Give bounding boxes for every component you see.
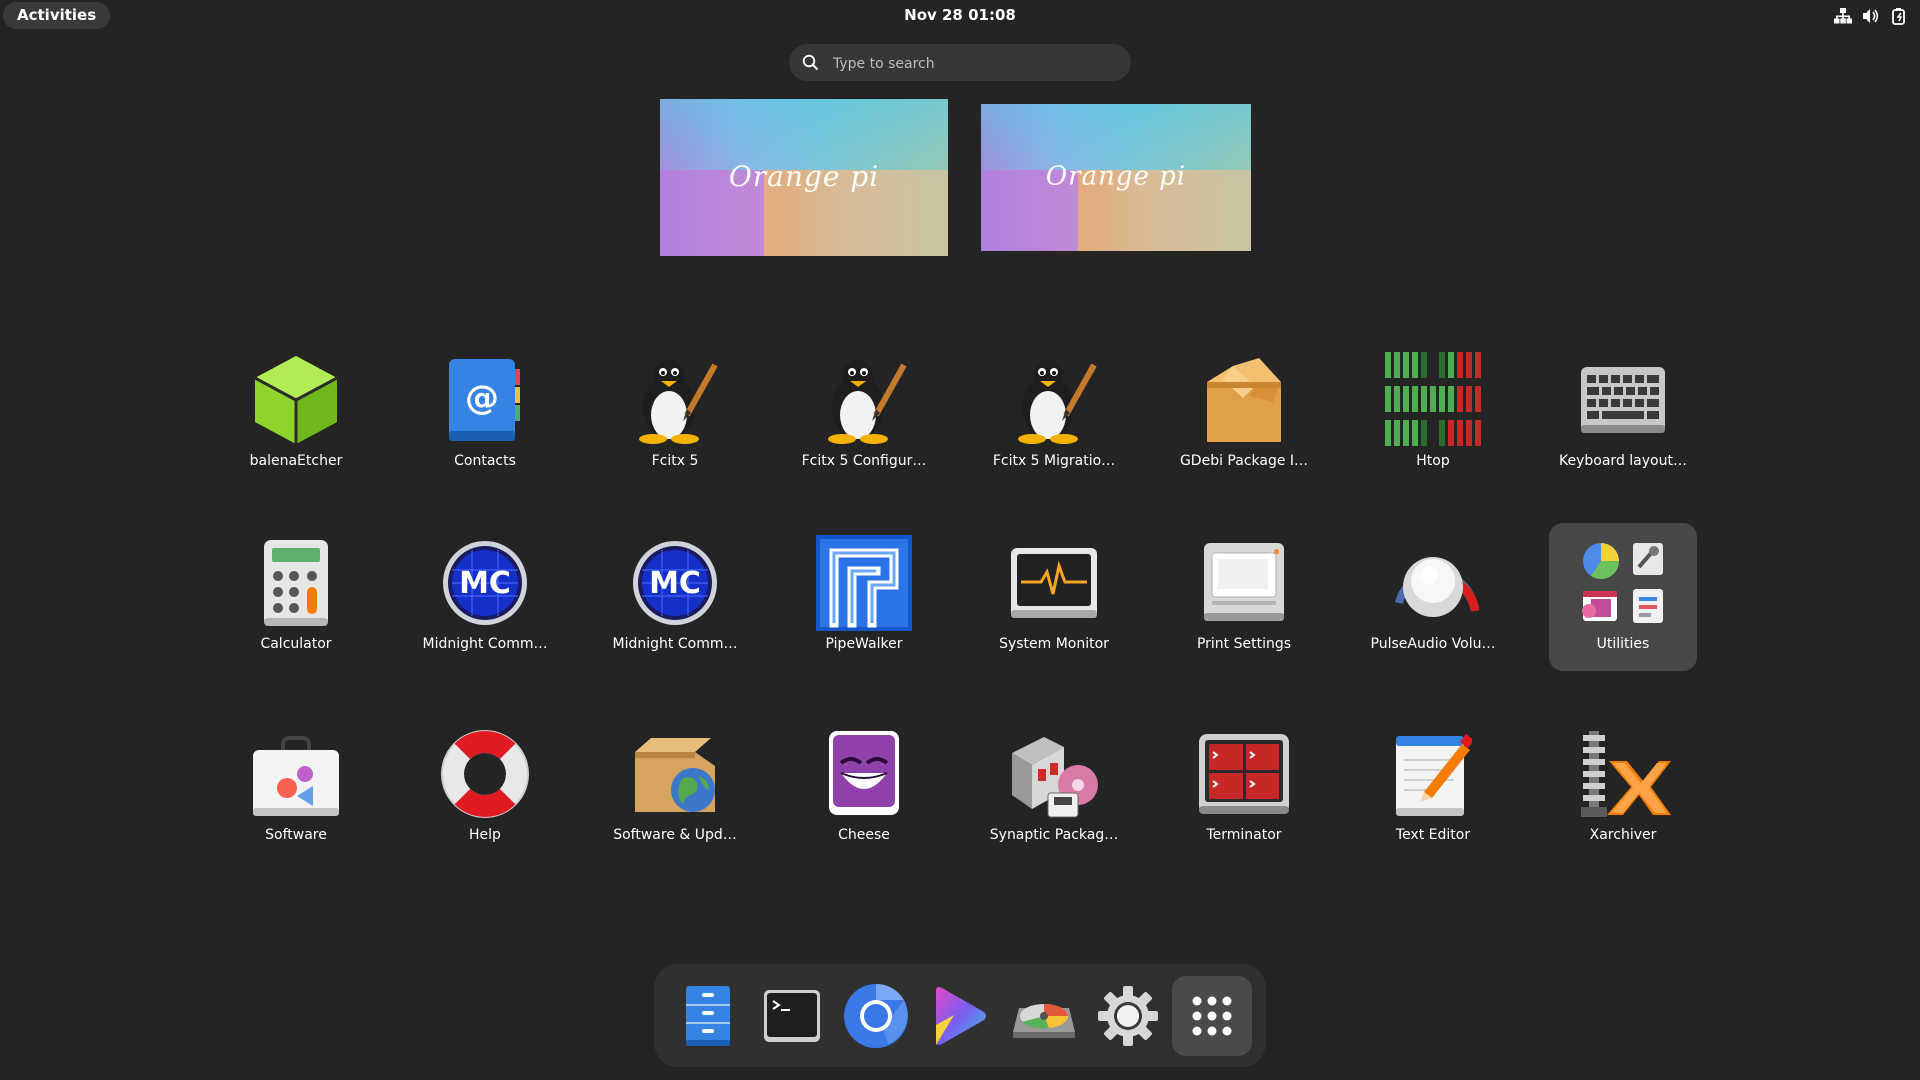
midnight-commander-icon: MC <box>437 535 533 631</box>
app-tile-cheese[interactable]: Cheese <box>790 714 938 862</box>
app-label: System Monitor <box>999 636 1109 652</box>
app-label: Htop <box>1416 453 1450 469</box>
settings-gear-icon <box>1098 986 1158 1046</box>
app-tile-terminator[interactable]: Terminator <box>1170 714 1318 862</box>
volume-knob-icon <box>1385 535 1481 631</box>
app-tile-gdebi[interactable]: GDebi Package I… <box>1170 340 1318 488</box>
svg-text:MC: MC <box>459 566 511 601</box>
app-label: Cheese <box>838 827 890 843</box>
synaptic-icon <box>1006 726 1102 822</box>
terminator-icon <box>1196 726 1292 822</box>
xarchiver-icon <box>1575 726 1671 822</box>
htop-icon <box>1385 352 1481 448</box>
dock-item-settings[interactable] <box>1088 976 1168 1056</box>
app-label: Xarchiver <box>1589 827 1657 843</box>
dock-item-show-apps[interactable] <box>1172 976 1252 1056</box>
app-tile-fcitx5-configuration[interactable]: Fcitx 5 Configur… <box>790 340 938 488</box>
workspace-brand-text: Orange pi <box>1045 161 1187 191</box>
calculator-icon <box>248 535 344 631</box>
app-tile-pipewalker[interactable]: PipeWalker <box>790 523 938 671</box>
software-bag-icon <box>248 726 344 822</box>
terminal-icon <box>764 990 820 1042</box>
video-player-icon <box>936 987 986 1045</box>
app-label: Fcitx 5 Migratio… <box>992 453 1116 469</box>
balena-etcher-icon <box>248 352 344 448</box>
app-label: Fcitx 5 Configur… <box>801 453 927 469</box>
app-label: Text Editor <box>1395 827 1471 843</box>
text-editor-icon <box>1385 726 1481 822</box>
pipewalker-icon <box>816 535 912 631</box>
app-label: Terminator <box>1206 827 1282 843</box>
app-tile-midnight-commander-2[interactable]: MC Midnight Comm… <box>601 523 749 671</box>
app-tile-contacts[interactable]: @ Contacts <box>411 340 559 488</box>
app-label: Utilities <box>1596 636 1650 652</box>
app-label: Calculator <box>260 636 332 652</box>
app-label: Keyboard layout… <box>1559 453 1687 469</box>
app-label: Software & Upd… <box>613 827 737 843</box>
app-tile-print-settings[interactable]: Print Settings <box>1170 523 1318 671</box>
app-label: Fcitx 5 <box>651 453 699 469</box>
system-monitor-icon <box>1006 535 1102 631</box>
app-label: Print Settings <box>1196 636 1292 652</box>
app-label: Software <box>265 827 327 843</box>
dock-item-video-player[interactable] <box>920 976 1000 1056</box>
cheese-icon <box>816 726 912 822</box>
app-label: Help <box>469 827 501 843</box>
dock-item-files[interactable] <box>668 976 748 1056</box>
svg-text:MC: MC <box>649 566 701 601</box>
folder-utilities-icon <box>1575 535 1671 631</box>
dock-item-chromium[interactable] <box>836 976 916 1056</box>
app-tile-fcitx5-migration[interactable]: Fcitx 5 Migratio… <box>980 340 1128 488</box>
app-label: Synaptic Packag… <box>989 827 1119 843</box>
folder-tile-utilities[interactable]: Utilities <box>1549 523 1697 671</box>
app-tile-help[interactable]: Help <box>411 714 559 862</box>
app-tile-fcitx5[interactable]: Fcitx 5 <box>601 340 749 488</box>
app-tile-software[interactable]: Software <box>222 714 370 862</box>
chromium-icon <box>844 983 908 1048</box>
tux-brush-icon <box>1006 352 1102 448</box>
midnight-commander-icon: MC <box>627 535 723 631</box>
dock-item-terminal[interactable] <box>752 976 832 1056</box>
dock-item-disk-usage[interactable] <box>1004 976 1084 1056</box>
lifebuoy-icon <box>437 726 533 822</box>
app-grid: balenaEtcher @ Contacts Fcitx 5 Fcitx 5 … <box>0 0 1920 1080</box>
contacts-icon: @ <box>437 352 533 448</box>
workspace-brand-text: Orange pi <box>728 159 880 193</box>
app-label: PipeWalker <box>825 636 903 652</box>
app-tile-calculator[interactable]: Calculator <box>222 523 370 671</box>
dock <box>654 964 1266 1067</box>
app-tile-xarchiver[interactable]: Xarchiver <box>1549 714 1697 862</box>
app-tile-keyboard-layout[interactable]: Keyboard layout… <box>1549 340 1697 488</box>
tux-brush-icon <box>627 352 723 448</box>
app-tile-htop[interactable]: Htop <box>1359 340 1507 488</box>
box-globe-icon <box>627 726 723 822</box>
tux-brush-icon <box>816 352 912 448</box>
app-label: Midnight Comm… <box>612 636 738 652</box>
app-tile-synaptic[interactable]: Synaptic Packag… <box>980 714 1128 862</box>
app-tile-system-monitor[interactable]: System Monitor <box>980 523 1128 671</box>
svg-text:@: @ <box>465 378 499 418</box>
app-tile-pulseaudio-volume[interactable]: PulseAudio Volu… <box>1359 523 1507 671</box>
printer-icon <box>1196 535 1292 631</box>
disk-usage-icon <box>1013 1004 1075 1038</box>
app-label: Contacts <box>454 453 516 469</box>
keyboard-icon <box>1575 352 1671 448</box>
app-grid-icon <box>1192 996 1232 1036</box>
app-label: PulseAudio Volu… <box>1370 636 1496 652</box>
app-tile-text-editor[interactable]: Text Editor <box>1359 714 1507 862</box>
app-label: Midnight Comm… <box>422 636 548 652</box>
app-tile-software-updates[interactable]: Software & Upd… <box>601 714 749 862</box>
app-label: GDebi Package I… <box>1179 453 1309 469</box>
app-label: balenaEtcher <box>249 453 343 469</box>
app-tile-balenaetcher[interactable]: balenaEtcher <box>222 340 370 488</box>
files-cabinet-icon <box>686 986 730 1046</box>
app-tile-midnight-commander-1[interactable]: MC Midnight Comm… <box>411 523 559 671</box>
package-box-icon <box>1196 352 1292 448</box>
